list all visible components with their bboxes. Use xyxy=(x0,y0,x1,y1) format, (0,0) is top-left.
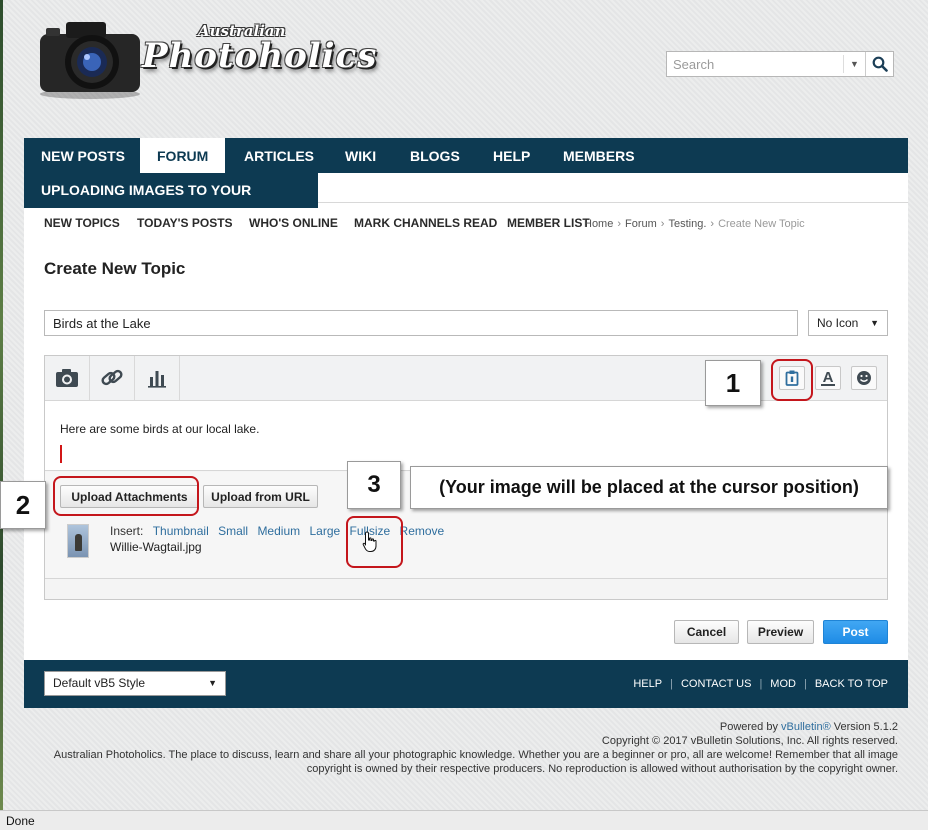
text-formatting-button[interactable]: A xyxy=(815,366,841,390)
powered-by-line: Powered by vBulletin® Version 5.1.2 xyxy=(30,720,898,734)
page-footer: Default vB5 Style ▼ HELP | CONTACT US | MOD |… xyxy=(24,660,908,708)
chart-icon xyxy=(148,371,166,388)
breadcrumb-forum[interactable]: Forum xyxy=(625,218,657,230)
insert-large-link[interactable]: Large xyxy=(309,524,340,538)
copyright-line: Copyright © 2017 vBulletin Solutions, In… xyxy=(601,735,898,747)
tab-forum[interactable]: FORUM xyxy=(140,138,226,173)
footer-divider: | xyxy=(670,678,673,690)
preview-button[interactable]: Preview xyxy=(747,620,814,644)
smiley-icon xyxy=(857,371,871,385)
tab-help[interactable]: HELP xyxy=(476,138,547,173)
browser-status-bar: Done xyxy=(0,810,928,830)
insert-poll-button[interactable] xyxy=(135,356,180,400)
style-chooser-select[interactable]: Default vB5 Style ▼ xyxy=(44,671,226,696)
tab-members[interactable]: MEMBERS xyxy=(546,138,652,173)
insert-link-button[interactable] xyxy=(90,356,135,400)
camera-icon xyxy=(56,369,78,387)
font-color-icon: A xyxy=(821,369,835,386)
camera-logo-icon xyxy=(40,22,140,99)
footer-back-to-top-link[interactable]: BACK TO TOP xyxy=(815,678,888,690)
link-icon xyxy=(101,369,123,386)
about-line-2: copyright is owned by their respective p… xyxy=(306,763,898,775)
message-body-text: Here are some birds at our local lake. xyxy=(60,422,260,436)
chevron-down-icon: ▼ xyxy=(208,678,217,688)
annotation-highlight-1 xyxy=(771,359,813,401)
legal-text: Powered by vBulletin® Version 5.1.2 Copy… xyxy=(30,720,898,776)
logo-text-big: Photoholics xyxy=(142,36,378,76)
chevron-right-icon: › xyxy=(617,218,622,230)
footer-contact-link[interactable]: CONTACT US xyxy=(681,678,752,690)
topic-icon-select[interactable]: No Icon ▼ xyxy=(808,310,888,336)
text-cursor-marker xyxy=(60,445,62,463)
footer-help-link[interactable]: HELP xyxy=(633,678,662,690)
search-box: ▼ xyxy=(666,51,894,77)
tab-wiki[interactable]: WIKI xyxy=(328,138,393,173)
svg-text:A: A xyxy=(823,369,834,386)
upload-from-url-button[interactable]: Upload from URL xyxy=(203,485,318,508)
chevron-down-icon: ▼ xyxy=(850,59,859,69)
annotation-note: (Your image will be placed at the cursor… xyxy=(410,466,888,509)
topic-title-input[interactable] xyxy=(44,310,798,336)
insert-small-link[interactable]: Small xyxy=(218,524,248,538)
smilies-button[interactable] xyxy=(851,366,877,390)
window-edge xyxy=(0,0,3,810)
chevron-down-icon: ▼ xyxy=(870,318,879,328)
footer-divider: | xyxy=(759,678,763,690)
about-line: Australian Photoholics. The place to dis… xyxy=(53,749,898,761)
main-container: NEW POSTS FORUM ARTICLES WIKI BLOGS HELP… xyxy=(24,138,908,708)
footer-divider: | xyxy=(803,678,807,690)
link-new-topics[interactable]: NEW TOPICS xyxy=(44,216,120,230)
link-todays-posts[interactable]: TODAY'S POSTS xyxy=(137,216,233,230)
chevron-right-icon: › xyxy=(660,218,665,230)
attachment-filename: Willie-Wagtail.jpg xyxy=(110,540,202,554)
status-text: Done xyxy=(6,814,35,828)
search-button[interactable] xyxy=(865,52,893,76)
footer-mod-link[interactable]: MOD xyxy=(770,678,796,690)
annotation-highlight-2 xyxy=(53,476,199,516)
powered-by-label: Powered by xyxy=(719,721,778,733)
hand-cursor-icon xyxy=(362,531,377,552)
link-whos-online[interactable]: WHO'S ONLINE xyxy=(249,216,338,230)
sub-navigation: UPLOADING IMAGES TO YOUR POSTS xyxy=(24,173,318,233)
breadcrumb-current: Create New Topic xyxy=(718,218,805,230)
tab-uploading-images[interactable]: UPLOADING IMAGES TO YOUR POSTS xyxy=(24,173,318,233)
insert-medium-link[interactable]: Medium xyxy=(257,524,300,538)
breadcrumb: Home › Forum › Testing. › Create New Topic xyxy=(584,218,805,230)
annotation-label-3: 3 xyxy=(347,461,401,509)
annotation-label-1: 1 xyxy=(705,360,761,406)
link-mark-channels-read[interactable]: MARK CHANNELS READ xyxy=(354,216,497,230)
breadcrumb-testing[interactable]: Testing. xyxy=(668,218,706,230)
style-chooser-value: Default vB5 Style xyxy=(53,676,146,690)
search-options-dropdown[interactable]: ▼ xyxy=(843,55,865,73)
nav-divider xyxy=(318,202,908,203)
chevron-right-icon: › xyxy=(710,218,715,230)
attachment-thumbnail[interactable] xyxy=(67,524,89,558)
message-body-textarea[interactable]: Here are some birds at our local lake. xyxy=(45,401,887,471)
tab-new-posts[interactable]: NEW POSTS xyxy=(24,138,142,173)
insert-label: Insert: xyxy=(110,524,144,538)
vbulletin-link[interactable]: vBulletin® xyxy=(781,721,831,733)
tab-articles[interactable]: ARTICLES xyxy=(227,138,331,173)
page-title: Create New Topic xyxy=(44,259,186,278)
insert-photo-button[interactable] xyxy=(45,356,90,400)
post-button[interactable]: Post xyxy=(823,620,888,644)
insert-thumbnail-link[interactable]: Thumbnail xyxy=(153,524,209,538)
remove-attachment-link[interactable]: Remove xyxy=(400,524,445,538)
search-icon xyxy=(872,56,888,72)
main-navigation: NEW POSTS FORUM ARTICLES WIKI BLOGS HELP… xyxy=(24,138,908,173)
topic-icon-value: No Icon xyxy=(817,316,859,330)
version-text: Version 5.1.2 xyxy=(833,721,898,733)
cancel-button[interactable]: Cancel xyxy=(674,620,739,644)
site-logo[interactable]: Australian Photoholics xyxy=(30,8,376,108)
footer-links: HELP | CONTACT US | MOD | BACK TO TOP xyxy=(633,678,888,690)
annotation-label-2: 2 xyxy=(0,481,46,529)
tab-blogs[interactable]: BLOGS xyxy=(393,138,477,173)
breadcrumb-home[interactable]: Home xyxy=(584,218,613,230)
search-input[interactable] xyxy=(667,53,843,75)
link-member-list[interactable]: MEMBER LIST xyxy=(507,216,590,230)
